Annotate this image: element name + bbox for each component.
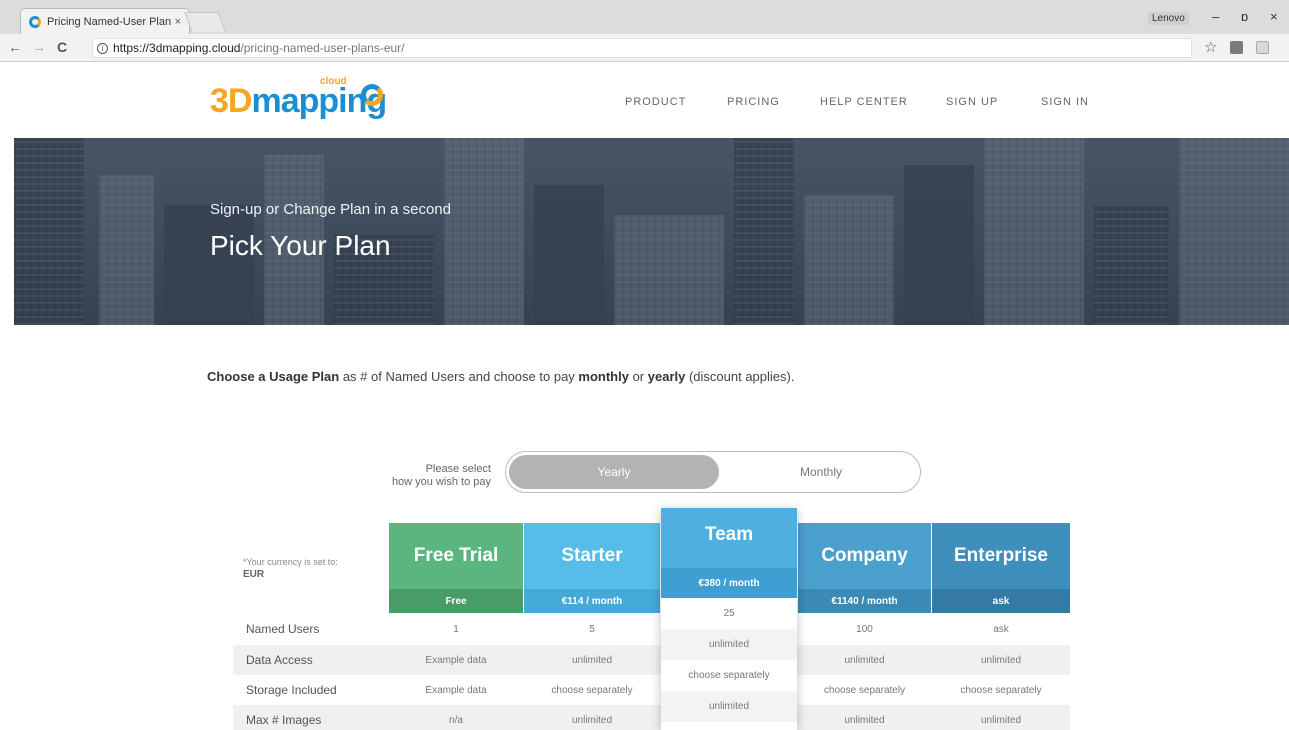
plan-name: Company: [798, 523, 931, 589]
monthly-option[interactable]: Monthly: [736, 455, 906, 489]
tab-close-icon[interactable]: ×: [175, 16, 181, 28]
site-favicon-icon: [29, 15, 41, 28]
url-host: https://3dmapping.cloud: [113, 41, 241, 55]
forward-arrow-icon[interactable]: →: [32, 39, 46, 55]
bookmark-star-icon[interactable]: ☆: [1204, 38, 1217, 56]
browser-tabbar: Pricing Named-User Plan × Lenovo – ɒ ×: [0, 0, 1289, 34]
yearly-option[interactable]: Yearly: [509, 455, 719, 489]
row-label-data-access: Data Access: [246, 653, 313, 667]
cell: 25: [723, 608, 735, 619]
cell: Example data: [425, 654, 487, 666]
plan-name: Starter: [524, 523, 660, 589]
cell: unlimited: [661, 691, 797, 722]
cell: unlimited: [980, 654, 1022, 666]
plan-name: Enterprise: [932, 523, 1070, 589]
logo-3d-text: 3D: [210, 82, 252, 120]
row-label-named-users: Named Users: [246, 622, 320, 636]
cell: choose separately: [960, 684, 1042, 696]
row-label-storage: Storage Included: [246, 683, 337, 697]
cell: unlimited: [844, 714, 885, 726]
plan-name: Team: [661, 508, 797, 568]
hero-subtitle: Sign-up or Change Plan in a second: [210, 201, 451, 218]
nav-help-center[interactable]: HELP CENTER: [820, 96, 908, 108]
reload-icon[interactable]: C: [57, 39, 67, 55]
row-label-max-images: Max # Images: [246, 713, 322, 727]
hero-banner: Sign-up or Change Plan in a second Pick …: [14, 138, 1289, 325]
nav-pricing[interactable]: PRICING: [727, 96, 780, 108]
address-bar: ← → C i https://3dmapping.cloud/pricing-…: [0, 34, 1289, 62]
payment-toggle[interactable]: Yearly Monthly: [505, 451, 921, 493]
cell: unlimited: [980, 714, 1022, 726]
new-tab-button[interactable]: [184, 12, 226, 32]
plan-name: Free Trial: [389, 523, 523, 589]
cell: choose separately: [551, 684, 633, 696]
extension-icon[interactable]: [1230, 41, 1243, 54]
plan-enterprise[interactable]: Enterprise ask: [932, 523, 1070, 613]
cell: choose separately: [823, 684, 906, 696]
cell: 5: [589, 623, 595, 635]
cell: 100: [856, 623, 873, 635]
currency-note: *Your currency is set to: EUR: [243, 557, 338, 580]
back-arrow-icon[interactable]: ←: [8, 39, 22, 55]
cell: unlimited: [661, 629, 797, 660]
minimize-icon[interactable]: –: [1212, 9, 1219, 24]
logo-cloud-text: cloud: [320, 76, 347, 87]
nav-product[interactable]: PRODUCT: [625, 96, 686, 108]
plan-team[interactable]: Team €380 / month 25 unlimited choose se…: [661, 508, 797, 730]
plan-price: ask: [932, 589, 1070, 613]
plan-price: €1140 / month: [798, 589, 931, 613]
plan-price: €380 / month: [661, 568, 797, 598]
plan-free-trial[interactable]: Free Trial Free: [389, 523, 523, 613]
site-logo[interactable]: 3Dmapping cloud: [210, 76, 387, 121]
plan-price: Free: [389, 589, 523, 613]
cell: unlimited: [571, 654, 613, 666]
plan-company[interactable]: Company €1140 / month: [798, 523, 931, 613]
payment-label: Please select how you wish to pay: [391, 463, 491, 488]
tab-title: Pricing Named-User Plan: [47, 15, 171, 28]
plan-starter[interactable]: Starter €114 / month: [524, 523, 660, 613]
browser-tab[interactable]: Pricing Named-User Plan ×: [20, 8, 190, 34]
url-path: /pricing-named-user-plans-eur/: [240, 41, 405, 55]
maximize-icon[interactable]: ɒ: [1241, 9, 1248, 24]
close-window-icon[interactable]: ×: [1270, 9, 1278, 24]
currency-code: EUR: [243, 569, 265, 580]
url-input[interactable]: i https://3dmapping.cloud/pricing-named-…: [92, 38, 1192, 58]
logo-mark-icon: [361, 84, 383, 106]
info-icon[interactable]: i: [97, 42, 108, 54]
cell: 1: [453, 623, 459, 635]
cell: n/a: [449, 714, 463, 726]
extension-pdf-icon[interactable]: [1256, 41, 1269, 54]
profile-badge[interactable]: Lenovo: [1148, 12, 1189, 25]
cell: ask: [993, 623, 1009, 635]
nav-sign-up[interactable]: SIGN UP: [946, 96, 998, 108]
nav-sign-in[interactable]: SIGN IN: [1041, 96, 1089, 108]
cell: unlimited: [571, 714, 613, 726]
intro-text: Choose a Usage Plan as # of Named Users …: [207, 369, 795, 384]
cell: choose separately: [688, 670, 770, 681]
hero-title: Pick Your Plan: [210, 230, 391, 261]
cell: unlimited: [844, 654, 885, 666]
site-header: 3Dmapping cloud PRODUCT PRICING HELP CEN…: [14, 62, 1289, 138]
cell: Example data: [425, 684, 487, 696]
plan-price: €114 / month: [524, 589, 660, 613]
